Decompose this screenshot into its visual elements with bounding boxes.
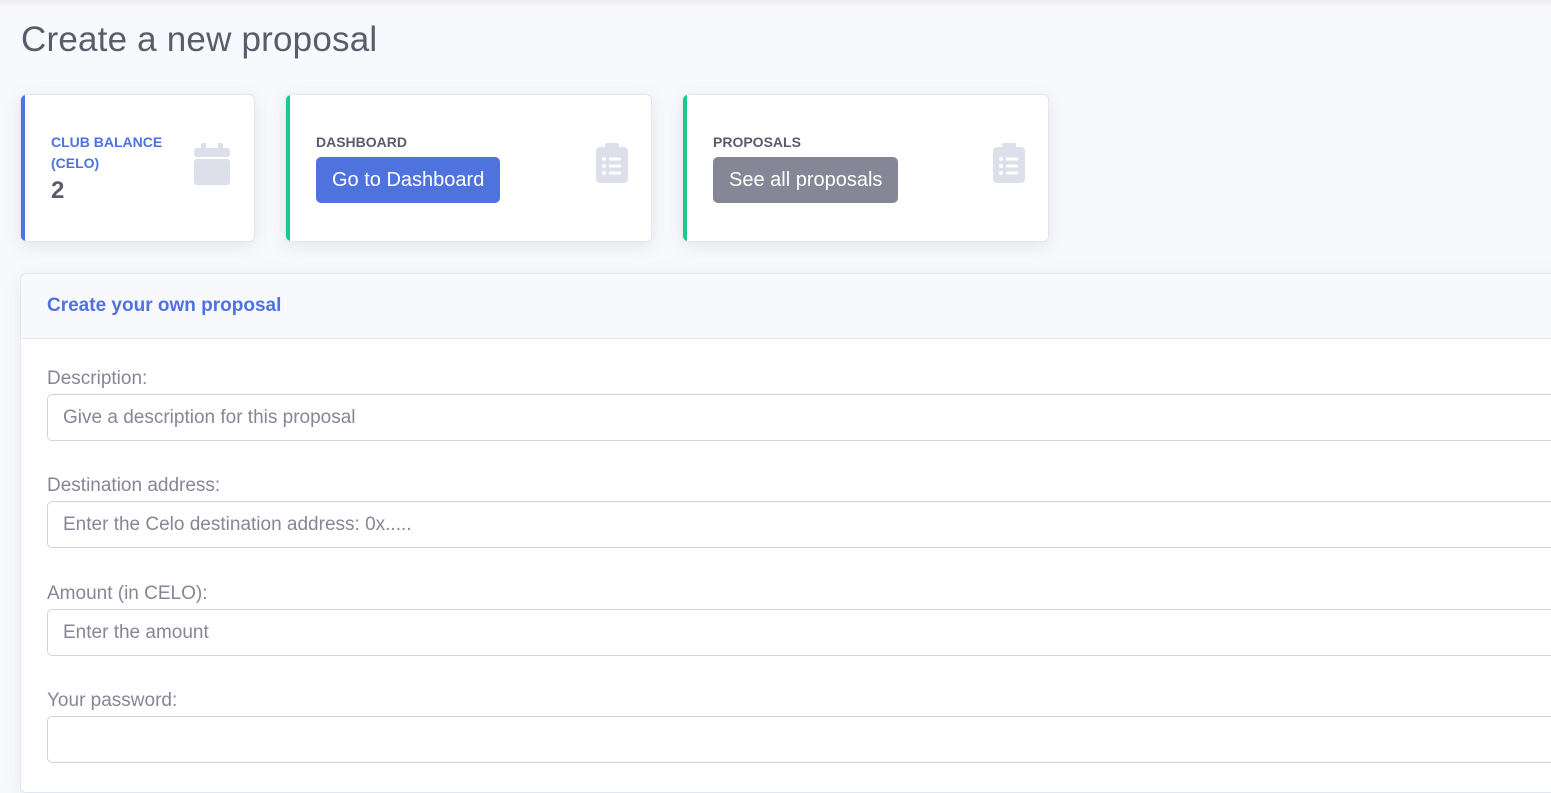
destination-address-input[interactable]: [47, 501, 1551, 548]
password-input[interactable]: [47, 716, 1551, 763]
dashboard-label: DASHBOARD: [316, 134, 407, 150]
proposals-label: PROPOSALS: [713, 134, 801, 150]
club-balance-value: 2: [51, 177, 65, 204]
dashboard-card: DASHBOARD Go to Dashboard: [285, 94, 652, 242]
password-label: Your password:: [47, 690, 178, 711]
clipboard-list-icon: [992, 143, 1026, 188]
destination-address-label: Destination address:: [47, 475, 221, 496]
club-balance-label: CLUB BALANCE (CELO): [51, 134, 163, 171]
amount-label: Amount (in CELO):: [47, 583, 208, 604]
amount-input[interactable]: [47, 609, 1551, 656]
description-input[interactable]: [47, 394, 1551, 441]
page-title: Create a new proposal: [21, 20, 378, 59]
proposals-card: PROPOSALS See all proposals: [682, 94, 1049, 242]
topbar-shadow: [0, 0, 1551, 8]
calendar-icon: [193, 143, 231, 190]
form-title: Create your own proposal: [47, 295, 282, 316]
see-all-proposals-button[interactable]: See all proposals: [713, 157, 899, 203]
clipboard-list-icon: [595, 143, 629, 188]
description-label: Description:: [47, 368, 148, 389]
club-balance-card: CLUB BALANCE (CELO) 2: [20, 94, 255, 242]
go-to-dashboard-button[interactable]: Go to Dashboard: [316, 157, 501, 203]
create-proposal-form: Create your own proposal Description: De…: [20, 273, 1551, 793]
